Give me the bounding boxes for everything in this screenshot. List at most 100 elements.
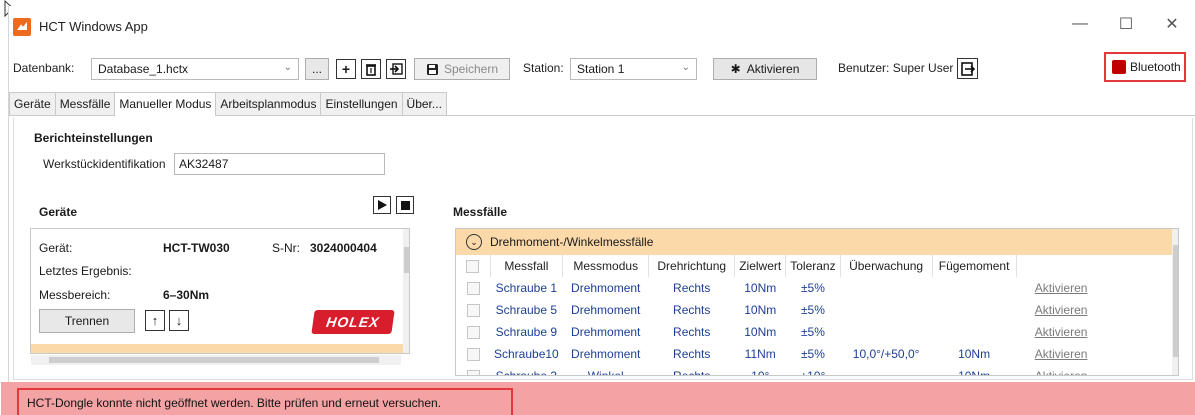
workpiece-id-input[interactable]: AK32487: [174, 153, 385, 175]
arrow-up-icon[interactable]: ↑: [145, 310, 165, 331]
bluetooth-status-indicator: [1112, 60, 1126, 74]
device-scrollbar[interactable]: [403, 229, 409, 353]
status-message: HCT-Dongle konnte nicht geöffnet werden.…: [17, 388, 513, 415]
device-scrollbar-thumb[interactable]: [404, 247, 409, 273]
station-select[interactable]: Station 1 ⌄: [570, 58, 697, 80]
activate-case-link[interactable]: Aktivieren: [1016, 299, 1106, 321]
user-label: Benutzer: Super User: [838, 61, 954, 75]
delete-icon[interactable]: [361, 59, 381, 79]
row-checkbox[interactable]: [456, 321, 490, 343]
col-drehrichtung[interactable]: Drehrichtung: [648, 255, 736, 277]
range-value: 6–30Nm: [163, 288, 210, 302]
bluetooth-status[interactable]: Bluetooth: [1104, 52, 1186, 82]
minimize-button[interactable]: —: [1057, 6, 1103, 42]
cell-messfall: Schraube 5: [495, 303, 558, 317]
col-zielwert[interactable]: Zielwert: [734, 255, 787, 277]
cell-drehrichtung: Rechts: [673, 303, 711, 317]
database-select[interactable]: Database_1.hctx ⌄: [91, 58, 299, 80]
save-button[interactable]: Speichern: [414, 58, 510, 80]
app-logo-icon: [13, 18, 31, 36]
cell-messfall: Schraube 9: [495, 325, 558, 339]
tab-ueber[interactable]: Über...: [401, 92, 447, 115]
cell-messmodus: Winkel: [587, 369, 624, 376]
tab-arbeitsplanmodus[interactable]: Arbeitsplanmodus: [215, 92, 322, 115]
workpiece-id-label: Werkstückidentifikation: [43, 157, 166, 171]
cases-scrollbar-thumb[interactable]: [1173, 245, 1178, 357]
serial-value: 3024000404: [310, 241, 377, 255]
table-row[interactable]: Schraube 9 Drehmoment Rechts 10Nm ±5% Aktivie…: [456, 321, 1106, 343]
col-fuegemoment[interactable]: Fügemoment: [932, 255, 1017, 277]
device-hscrollbar-thumb[interactable]: [49, 357, 379, 363]
cell-drehrichtung: Rechts: [673, 281, 711, 295]
group-header[interactable]: ⌄ Drehmoment-/Winkelmessfälle: [456, 229, 1173, 255]
chevron-down-icon: ⌄: [283, 62, 292, 73]
chevron-down-icon: ⌄: [681, 62, 690, 73]
col-messmodus[interactable]: Messmodus: [562, 255, 650, 277]
report-settings-title: Berichteinstellungen: [34, 131, 153, 145]
toolbar: Datenbank: Database_1.hctx ⌄ ... + Speic…: [9, 50, 1195, 90]
cell-fuegemoment: 10Nm: [958, 369, 991, 376]
save-icon: [426, 63, 438, 75]
device-card: Gerät: HCT-TW030 S-Nr: 3024000404 Letzte…: [30, 228, 410, 354]
row-checkbox[interactable]: [456, 343, 490, 365]
row-checkbox[interactable]: [456, 277, 490, 299]
bluetooth-icon: ✱: [730, 62, 741, 76]
select-all-checkbox[interactable]: [456, 255, 491, 277]
cell-fuegemoment: [932, 321, 1016, 343]
activate-case-link[interactable]: Aktivieren: [1016, 343, 1106, 365]
cell-fuegemoment: [932, 277, 1016, 299]
row-checkbox[interactable]: [456, 365, 490, 375]
range-label: Messbereich:: [39, 288, 111, 302]
table-row[interactable]: Schraube 1 Drehmoment Rechts 10Nm ±5% Aktivie…: [456, 277, 1106, 299]
title-bar: HCT Windows App — ☐ ✕: [9, 6, 1195, 46]
cell-toleranz: ±5%: [800, 303, 825, 317]
col-toleranz[interactable]: Toleranz: [785, 255, 841, 277]
cases-title: Messfälle: [453, 205, 508, 219]
activate-button-label: Aktivieren: [746, 62, 800, 76]
activate-case-link[interactable]: Aktivieren: [1016, 277, 1106, 299]
cell-zielwert: 11Nm: [744, 347, 776, 361]
app-window: HCT Windows App — ☐ ✕ Datenbank: Databas…: [1, 6, 1195, 415]
tab-messfaelle[interactable]: Messfälle: [54, 92, 116, 115]
activate-case-link[interactable]: Aktivieren: [1016, 321, 1106, 343]
cell-toleranz: ±10°: [800, 369, 826, 376]
cell-zielwert: 10°: [751, 369, 770, 376]
tab-manueller-modus[interactable]: Manueller Modus: [114, 92, 217, 116]
logout-icon[interactable]: [957, 58, 978, 79]
close-button[interactable]: ✕: [1149, 6, 1195, 42]
cell-messmodus: Drehmoment: [571, 347, 641, 361]
cell-messfall: Schraube10: [494, 347, 559, 361]
tab-geraete[interactable]: Geräte: [9, 92, 56, 115]
row-checkbox[interactable]: [456, 299, 490, 321]
arrow-down-icon[interactable]: ↓: [169, 310, 189, 331]
stop-icon[interactable]: [396, 196, 414, 214]
add-icon[interactable]: +: [336, 59, 356, 79]
table-row[interactable]: Schraube10 Drehmoment Rechts 11Nm ±5% 10,0°/+…: [456, 343, 1106, 365]
import-icon[interactable]: [386, 59, 406, 79]
device-label: Gerät:: [39, 241, 73, 255]
cases-table: ⌄ Drehmoment-/Winkelmessfälle Messfall M…: [455, 228, 1179, 376]
chevron-down-icon[interactable]: ⌄: [466, 234, 482, 250]
table-row[interactable]: Schraube 5 Drehmoment Rechts 10Nm ±5% Aktivie…: [456, 299, 1106, 321]
col-ueberwachung[interactable]: Überwachung: [840, 255, 933, 277]
device-hscrollbar[interactable]: [31, 355, 401, 365]
window-title: HCT Windows App: [39, 19, 148, 34]
maximize-button[interactable]: ☐: [1103, 6, 1149, 42]
activate-button[interactable]: ✱ Aktivieren: [713, 58, 817, 80]
save-button-label: Speichern: [443, 62, 499, 76]
tab-einstellungen[interactable]: Einstellungen: [320, 92, 403, 115]
play-icon[interactable]: [373, 196, 391, 214]
devices-title: Geräte: [39, 205, 78, 219]
cell-drehrichtung: Rechts: [673, 347, 711, 361]
col-action: [1016, 255, 1106, 277]
cell-ueberwachung: [840, 321, 932, 343]
cell-messmodus: Drehmoment: [571, 325, 641, 339]
col-messfall[interactable]: Messfall: [490, 255, 564, 277]
disconnect-button[interactable]: Trennen: [39, 309, 135, 333]
browse-button[interactable]: ...: [305, 58, 329, 80]
activate-case-link[interactable]: Aktivieren: [1016, 365, 1106, 375]
serial-label: S-Nr:: [272, 241, 300, 255]
cases-scrollbar[interactable]: [1172, 229, 1178, 375]
table-row[interactable]: Schraube 3 Winkel Rechts 10° ±10° 10Nm Aktivie…: [456, 365, 1106, 376]
group-title: Drehmoment-/Winkelmessfälle: [490, 235, 654, 249]
